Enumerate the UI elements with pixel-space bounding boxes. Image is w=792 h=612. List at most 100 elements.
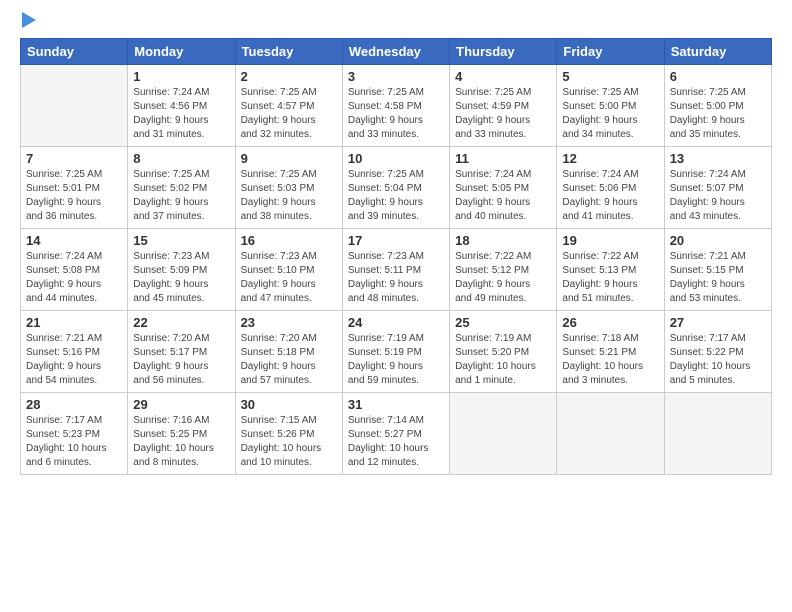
- calendar-cell: 25Sunrise: 7:19 AM Sunset: 5:20 PM Dayli…: [450, 311, 557, 393]
- day-number: 17: [348, 233, 444, 248]
- page: SundayMondayTuesdayWednesdayThursdayFrid…: [0, 0, 792, 485]
- day-info: Sunrise: 7:18 AM Sunset: 5:21 PM Dayligh…: [562, 332, 658, 388]
- calendar-week-5: 28Sunrise: 7:17 AM Sunset: 5:23 PM Dayli…: [21, 393, 772, 475]
- calendar-week-1: 1 Sunrise: 7:24 AM Sunset: 4:56 PM Daylig…: [21, 65, 772, 147]
- logo-text: [20, 16, 36, 28]
- day-number: 7: [26, 151, 122, 166]
- calendar-cell: 2 Sunrise: 7:25 AM Sunset: 4:57 PM Daylig…: [235, 65, 342, 147]
- day-info: Sunrise: 7:25 AM Sunset: 5:00 PM Dayligh…: [670, 86, 766, 142]
- calendar-header-thursday: Thursday: [450, 39, 557, 65]
- day-info: Sunrise: 7:22 AM Sunset: 5:13 PM Dayligh…: [562, 250, 658, 306]
- logo-arrow-icon: [22, 12, 36, 28]
- calendar-header-saturday: Saturday: [664, 39, 771, 65]
- day-number: 22: [133, 315, 229, 330]
- calendar-cell: 8 Sunrise: 7:25 AM Sunset: 5:02 PM Daylig…: [128, 147, 235, 229]
- calendar-cell: 20Sunrise: 7:21 AM Sunset: 5:15 PM Dayli…: [664, 229, 771, 311]
- day-number: 28: [26, 397, 122, 412]
- day-info: Sunrise: 7:24 AM Sunset: 5:06 PM Dayligh…: [562, 168, 658, 224]
- day-number: 1: [133, 69, 229, 84]
- day-info: Sunrise: 7:14 AM Sunset: 5:27 PM Dayligh…: [348, 414, 444, 470]
- day-info: Sunrise: 7:19 AM Sunset: 5:19 PM Dayligh…: [348, 332, 444, 388]
- calendar-cell: 5 Sunrise: 7:25 AM Sunset: 5:00 PM Daylig…: [557, 65, 664, 147]
- calendar-cell: 23 Sunrise: 7:20 AM Sunset: 5:18 PM Dayli…: [235, 311, 342, 393]
- calendar-cell: 27 Sunrise: 7:17 AM Sunset: 5:22 PM Dayli…: [664, 311, 771, 393]
- calendar-cell: [664, 393, 771, 475]
- day-info: Sunrise: 7:24 AM Sunset: 5:05 PM Dayligh…: [455, 168, 551, 224]
- calendar-cell: 13 Sunrise: 7:24 AM Sunset: 5:07 PM Dayli…: [664, 147, 771, 229]
- day-info: Sunrise: 7:25 AM Sunset: 5:04 PM Dayligh…: [348, 168, 444, 224]
- calendar-header-row: SundayMondayTuesdayWednesdayThursdayFrid…: [21, 39, 772, 65]
- day-number: 23: [241, 315, 337, 330]
- day-info: Sunrise: 7:17 AM Sunset: 5:22 PM Dayligh…: [670, 332, 766, 388]
- day-number: 31: [348, 397, 444, 412]
- day-info: Sunrise: 7:20 AM Sunset: 5:17 PM Dayligh…: [133, 332, 229, 388]
- day-number: 18: [455, 233, 551, 248]
- calendar-cell: 21 Sunrise: 7:21 AM Sunset: 5:16 PM Dayli…: [21, 311, 128, 393]
- day-number: 2: [241, 69, 337, 84]
- calendar-cell: [21, 65, 128, 147]
- day-number: 8: [133, 151, 229, 166]
- calendar-cell: 7Sunrise: 7:25 AM Sunset: 5:01 PM Daylig…: [21, 147, 128, 229]
- day-info: Sunrise: 7:25 AM Sunset: 5:03 PM Dayligh…: [241, 168, 337, 224]
- day-info: Sunrise: 7:24 AM Sunset: 4:56 PM Dayligh…: [133, 86, 229, 142]
- calendar-cell: 30 Sunrise: 7:15 AM Sunset: 5:26 PM Dayli…: [235, 393, 342, 475]
- calendar-header-wednesday: Wednesday: [342, 39, 449, 65]
- day-info: Sunrise: 7:15 AM Sunset: 5:26 PM Dayligh…: [241, 414, 337, 470]
- day-number: 12: [562, 151, 658, 166]
- day-number: 13: [670, 151, 766, 166]
- calendar-cell: 17 Sunrise: 7:23 AM Sunset: 5:11 PM Dayli…: [342, 229, 449, 311]
- day-number: 19: [562, 233, 658, 248]
- calendar-cell: 29Sunrise: 7:16 AM Sunset: 5:25 PM Dayli…: [128, 393, 235, 475]
- calendar-header-friday: Friday: [557, 39, 664, 65]
- day-info: Sunrise: 7:25 AM Sunset: 4:57 PM Dayligh…: [241, 86, 337, 142]
- calendar-cell: 16 Sunrise: 7:23 AM Sunset: 5:10 PM Dayli…: [235, 229, 342, 311]
- calendar-week-2: 7Sunrise: 7:25 AM Sunset: 5:01 PM Daylig…: [21, 147, 772, 229]
- day-number: 9: [241, 151, 337, 166]
- calendar-cell: 22 Sunrise: 7:20 AM Sunset: 5:17 PM Dayli…: [128, 311, 235, 393]
- day-info: Sunrise: 7:25 AM Sunset: 4:59 PM Dayligh…: [455, 86, 551, 142]
- day-number: 24: [348, 315, 444, 330]
- calendar-header-tuesday: Tuesday: [235, 39, 342, 65]
- calendar-week-4: 21 Sunrise: 7:21 AM Sunset: 5:16 PM Dayli…: [21, 311, 772, 393]
- day-info: Sunrise: 7:25 AM Sunset: 5:02 PM Dayligh…: [133, 168, 229, 224]
- day-number: 16: [241, 233, 337, 248]
- calendar-cell: 28Sunrise: 7:17 AM Sunset: 5:23 PM Dayli…: [21, 393, 128, 475]
- day-number: 5: [562, 69, 658, 84]
- calendar-cell: 31 Sunrise: 7:14 AM Sunset: 5:27 PM Dayli…: [342, 393, 449, 475]
- calendar-cell: 10 Sunrise: 7:25 AM Sunset: 5:04 PM Dayli…: [342, 147, 449, 229]
- day-number: 3: [348, 69, 444, 84]
- day-info: Sunrise: 7:23 AM Sunset: 5:11 PM Dayligh…: [348, 250, 444, 306]
- calendar-header-monday: Monday: [128, 39, 235, 65]
- calendar-week-3: 14 Sunrise: 7:24 AM Sunset: 5:08 PM Dayli…: [21, 229, 772, 311]
- day-number: 4: [455, 69, 551, 84]
- day-number: 10: [348, 151, 444, 166]
- calendar-header-sunday: Sunday: [21, 39, 128, 65]
- day-number: 21: [26, 315, 122, 330]
- day-info: Sunrise: 7:23 AM Sunset: 5:10 PM Dayligh…: [241, 250, 337, 306]
- header: [20, 16, 772, 28]
- calendar-cell: 18Sunrise: 7:22 AM Sunset: 5:12 PM Dayli…: [450, 229, 557, 311]
- day-number: 26: [562, 315, 658, 330]
- day-info: Sunrise: 7:16 AM Sunset: 5:25 PM Dayligh…: [133, 414, 229, 470]
- calendar-cell: 15Sunrise: 7:23 AM Sunset: 5:09 PM Dayli…: [128, 229, 235, 311]
- day-info: Sunrise: 7:21 AM Sunset: 5:16 PM Dayligh…: [26, 332, 122, 388]
- calendar-cell: 12 Sunrise: 7:24 AM Sunset: 5:06 PM Dayli…: [557, 147, 664, 229]
- day-info: Sunrise: 7:24 AM Sunset: 5:08 PM Dayligh…: [26, 250, 122, 306]
- day-number: 27: [670, 315, 766, 330]
- day-info: Sunrise: 7:20 AM Sunset: 5:18 PM Dayligh…: [241, 332, 337, 388]
- day-number: 30: [241, 397, 337, 412]
- calendar-cell: 3Sunrise: 7:25 AM Sunset: 4:58 PM Daylig…: [342, 65, 449, 147]
- calendar-cell: 1 Sunrise: 7:24 AM Sunset: 4:56 PM Daylig…: [128, 65, 235, 147]
- calendar-cell: 6 Sunrise: 7:25 AM Sunset: 5:00 PM Daylig…: [664, 65, 771, 147]
- day-info: Sunrise: 7:24 AM Sunset: 5:07 PM Dayligh…: [670, 168, 766, 224]
- day-info: Sunrise: 7:19 AM Sunset: 5:20 PM Dayligh…: [455, 332, 551, 388]
- calendar-cell: 24 Sunrise: 7:19 AM Sunset: 5:19 PM Dayli…: [342, 311, 449, 393]
- day-number: 6: [670, 69, 766, 84]
- calendar-cell: 14 Sunrise: 7:24 AM Sunset: 5:08 PM Dayli…: [21, 229, 128, 311]
- day-info: Sunrise: 7:21 AM Sunset: 5:15 PM Dayligh…: [670, 250, 766, 306]
- calendar-cell: 4 Sunrise: 7:25 AM Sunset: 4:59 PM Daylig…: [450, 65, 557, 147]
- calendar-cell: [450, 393, 557, 475]
- day-info: Sunrise: 7:25 AM Sunset: 5:00 PM Dayligh…: [562, 86, 658, 142]
- day-number: 14: [26, 233, 122, 248]
- day-info: Sunrise: 7:23 AM Sunset: 5:09 PM Dayligh…: [133, 250, 229, 306]
